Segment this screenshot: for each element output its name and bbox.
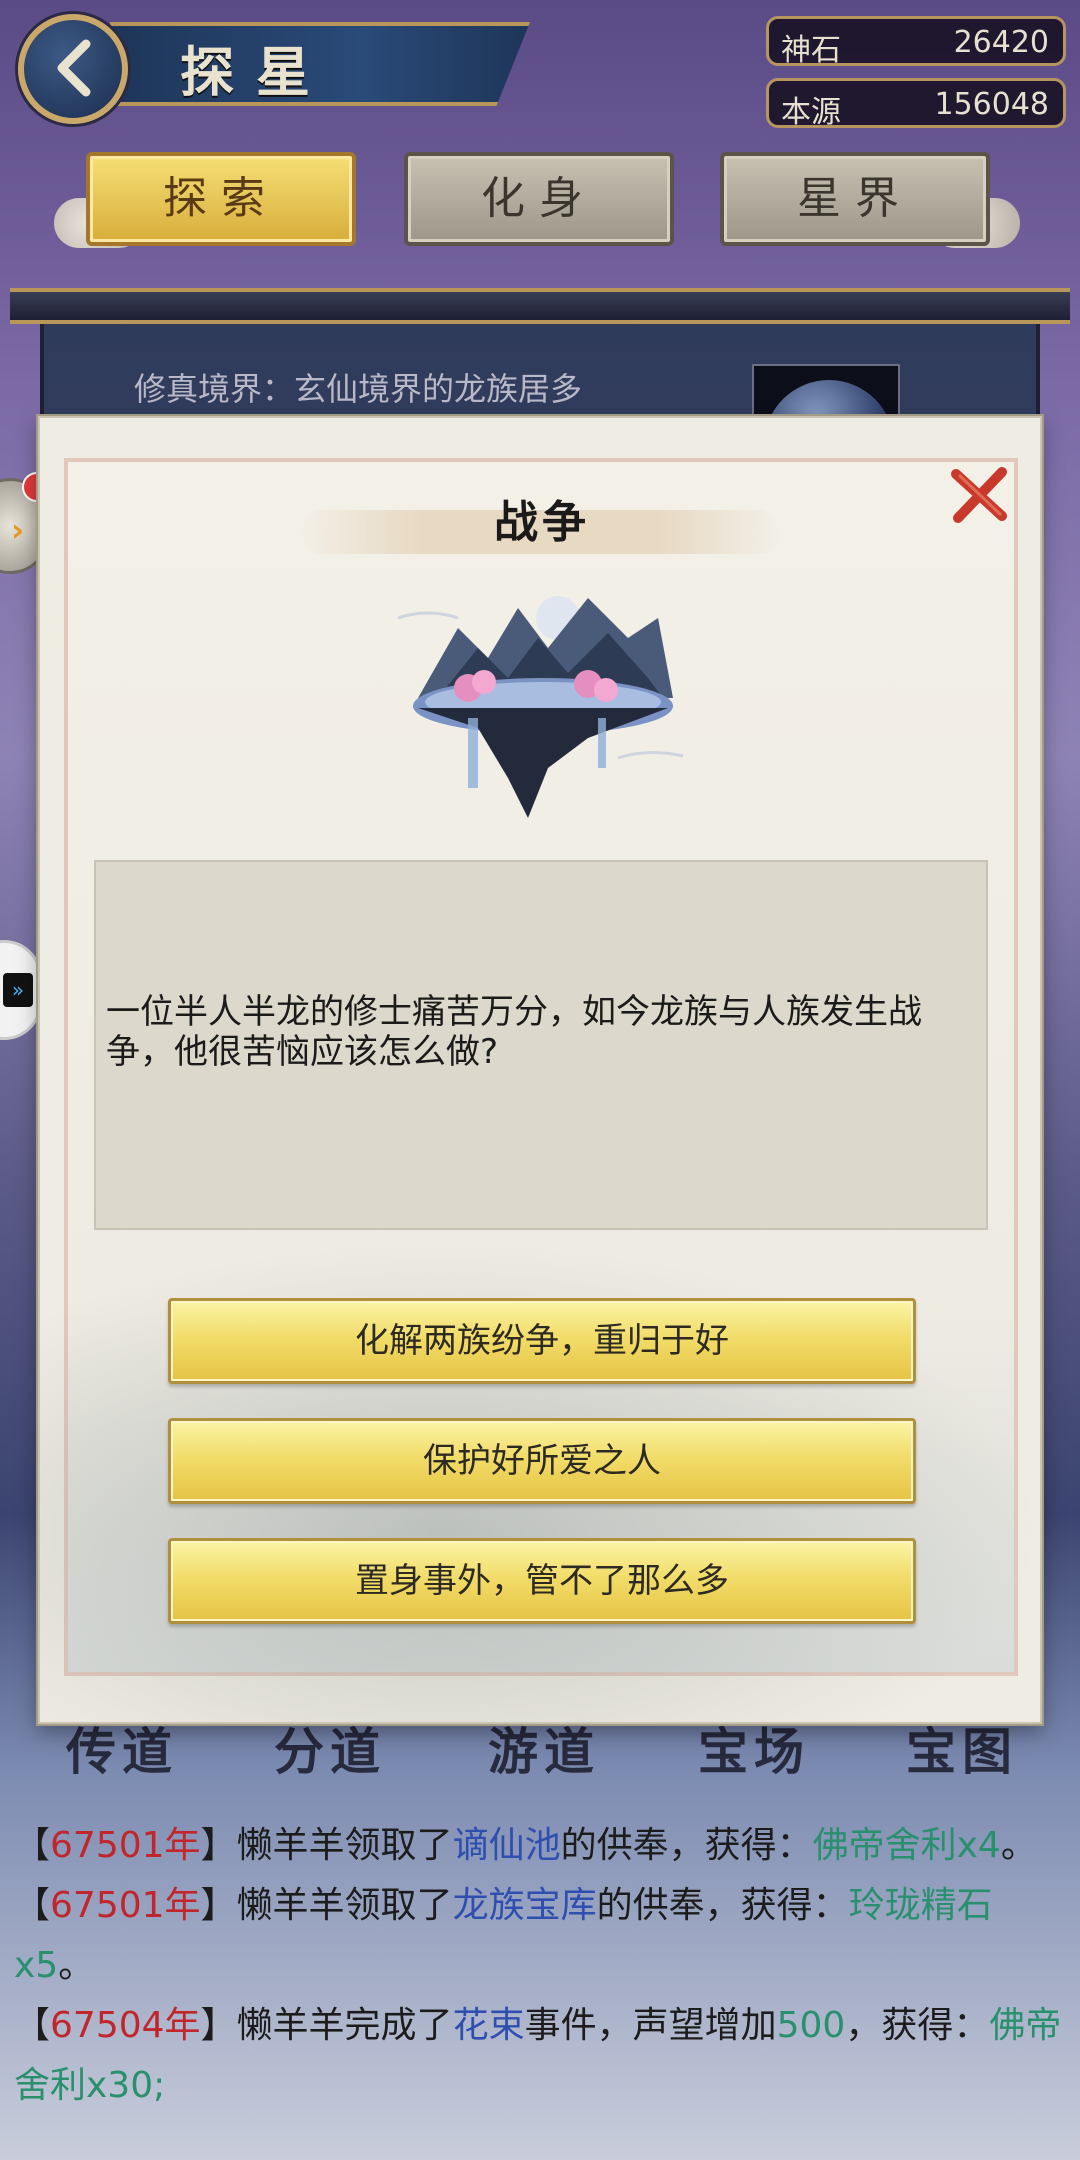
resource-label: 神石: [781, 33, 841, 68]
resource-benyuan: 本源 156048: [766, 78, 1066, 130]
event-dialog: 战争 一位半人半龙的修士痛苦万分，如今龙族与人族发生战争，他很苦恼应该怎么做? …: [38, 416, 1042, 1724]
tab-avatar[interactable]: 化身: [404, 152, 674, 246]
resource-shenshi: 神石 26420: [766, 16, 1066, 68]
back-button[interactable]: [18, 14, 128, 124]
choice-button-reconcile[interactable]: 化解两族纷争，重归于好: [168, 1298, 916, 1384]
resource-value: 156048: [934, 87, 1049, 122]
back-arrow-icon: [57, 39, 91, 97]
scroll-rod: [10, 288, 1070, 324]
page-title: 探星: [180, 40, 332, 104]
fast-forward-button[interactable]: »: [0, 940, 42, 1040]
fast-forward-icon: »: [3, 973, 33, 1007]
tab-star-realm[interactable]: 星界: [720, 152, 990, 246]
top-bar: 探星 神石 26420 本源 156048: [0, 0, 1080, 160]
close-x-icon[interactable]: [946, 462, 1012, 528]
event-description: 一位半人半龙的修士痛苦万分，如今龙族与人族发生战争，他很苦恼应该怎么做?: [106, 992, 922, 1072]
log-entry: 【67501年】懒羊羊领取了谪仙池的供奉，获得：佛帝舍利x4。: [14, 1825, 1037, 1866]
choice-button-protect[interactable]: 保护好所爱之人: [168, 1418, 916, 1504]
tab-explore[interactable]: 探索: [86, 152, 356, 246]
log-entry: 【67504年】懒羊羊完成了花束事件，声望增加500，获得：佛帝舍利x30;: [14, 2005, 1062, 2106]
resource-label: 本源: [781, 95, 841, 130]
chevron-right-icon: ›: [11, 511, 25, 549]
event-log: 【67501年】懒羊羊领取了谪仙池的供奉，获得：佛帝舍利x4。 【67501年】…: [14, 1816, 1070, 2116]
choice-button-stay-out[interactable]: 置身事外，管不了那么多: [168, 1538, 916, 1624]
floating-island-icon: [398, 596, 684, 818]
log-entry: 【67501年】懒羊羊领取了龙族宝库的供奉，获得：玲珑精石x5。: [14, 1885, 993, 1986]
resource-value: 26420: [953, 25, 1049, 60]
dialog-title: 战争: [494, 497, 590, 548]
realm-info-text: 修真境界：玄仙境界的龙族居多: [134, 370, 583, 408]
